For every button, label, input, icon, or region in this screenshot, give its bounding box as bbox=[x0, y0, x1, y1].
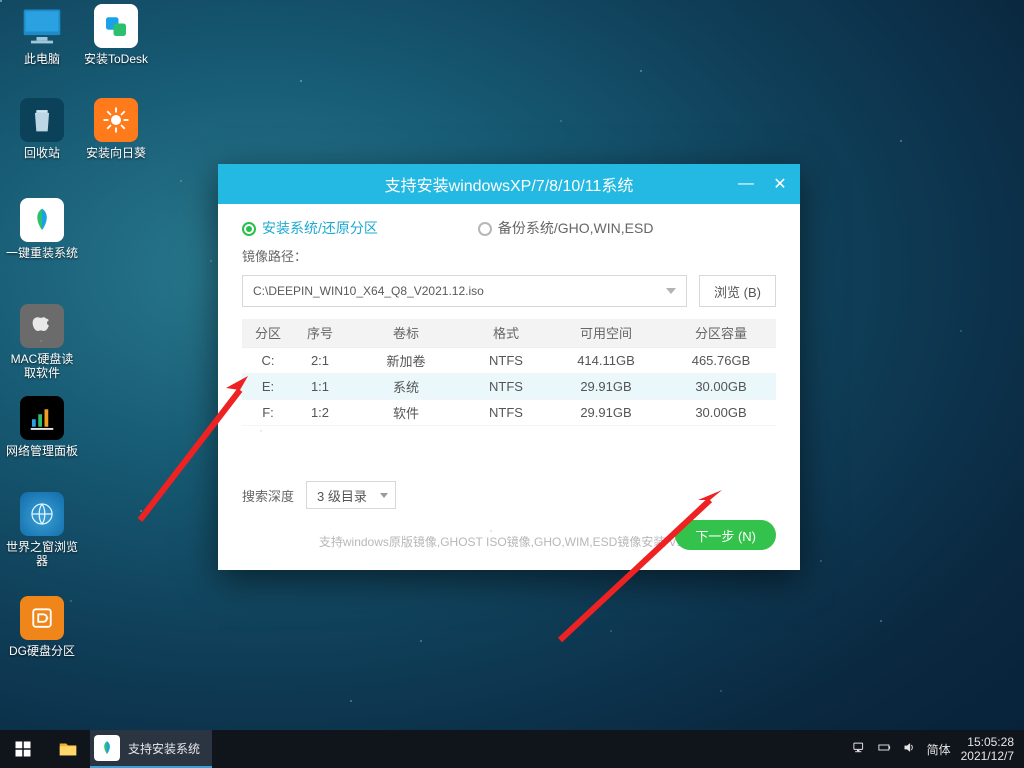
desktop-icon-label: 此电脑 bbox=[6, 52, 78, 66]
next-button[interactable]: 下一步 (N) bbox=[675, 520, 776, 550]
taskbar-active-app[interactable]: 支持安装系统 bbox=[90, 730, 212, 768]
start-button[interactable] bbox=[0, 730, 46, 768]
col-index: 序号 bbox=[294, 319, 346, 347]
desktop-icon-label: 网络管理面板 bbox=[6, 444, 78, 458]
desktop-icon-label: 回收站 bbox=[6, 146, 78, 160]
chevron-down-icon bbox=[666, 288, 676, 294]
partition-table: 分区 序号 卷标 格式 可用空间 分区容量 C:2:1新加卷NTFS414.11… bbox=[242, 319, 776, 426]
desktop-icon-recycle-bin[interactable]: 回收站 bbox=[6, 98, 78, 160]
tab-label: 安装系统/还原分区 bbox=[262, 220, 378, 236]
image-path-value: C:\DEEPIN_WIN10_X64_Q8_V2021.12.iso bbox=[253, 284, 484, 298]
col-free: 可用空间 bbox=[546, 319, 666, 347]
system-tray: 简体 15:05:28 2021/12/7 bbox=[842, 730, 1024, 768]
taskbar: 支持安装系统 简体 15:05:28 2021/12/7 bbox=[0, 730, 1024, 768]
taskbar-active-title: 支持安装系统 bbox=[128, 740, 200, 757]
tab-label: 备份系统/GHO,WIN,ESD bbox=[498, 220, 654, 236]
col-format: 格式 bbox=[466, 319, 546, 347]
browse-button[interactable]: 浏览 (B) bbox=[699, 275, 776, 307]
desktop-icon-label: 一键重装系统 bbox=[6, 246, 78, 260]
desktop-icon-sunlogin[interactable]: 安装向日葵 bbox=[80, 98, 152, 160]
minimize-button[interactable]: — bbox=[732, 170, 760, 198]
search-depth-label: 搜索深度 bbox=[242, 486, 294, 505]
desktop-icon-network-panel[interactable]: 网络管理面板 bbox=[6, 396, 78, 458]
image-path-label: 镜像路径： bbox=[218, 244, 800, 271]
desktop-icon-label: MAC硬盘读取软件 bbox=[6, 352, 78, 380]
tray-volume-icon[interactable] bbox=[902, 740, 917, 758]
desktop-icon-label: 世界之窗浏览器 bbox=[6, 540, 78, 568]
desktop-icon-label: 安装向日葵 bbox=[80, 146, 152, 160]
col-partition: 分区 bbox=[242, 319, 294, 347]
radio-off-icon bbox=[478, 222, 492, 236]
radio-on-icon bbox=[242, 222, 256, 236]
image-path-combo[interactable]: C:\DEEPIN_WIN10_X64_Q8_V2021.12.iso bbox=[242, 275, 687, 307]
titlebar[interactable]: 支持安装windowsXP/7/8/10/11系统 — ✕ bbox=[218, 164, 800, 204]
table-header-row: 分区 序号 卷标 格式 可用空间 分区容量 bbox=[242, 319, 776, 347]
close-button[interactable]: ✕ bbox=[766, 170, 794, 198]
desktop-icon-this-pc[interactable]: 此电脑 bbox=[6, 4, 78, 66]
tray-battery-icon[interactable] bbox=[877, 740, 892, 758]
table-row[interactable]: C:2:1新加卷NTFS414.11GB465.76GB bbox=[242, 347, 776, 373]
desktop-icon-dg-partition[interactable]: DG硬盘分区 bbox=[6, 596, 78, 658]
tab-install-restore[interactable]: 安装系统/还原分区 bbox=[242, 218, 378, 238]
desktop-icon-onekey-reinstall[interactable]: 一键重装系统 bbox=[6, 198, 78, 260]
col-capacity: 分区容量 bbox=[666, 319, 776, 347]
tray-date: 2021/12/7 bbox=[961, 749, 1014, 763]
table-row[interactable]: F:1:2软件NTFS29.91GB30.00GB bbox=[242, 399, 776, 425]
desktop-icon-label: 安装ToDesk bbox=[80, 52, 152, 66]
taskbar-explorer[interactable] bbox=[46, 730, 90, 768]
taskbar-app-icon bbox=[94, 735, 120, 761]
tab-backup[interactable]: 备份系统/GHO,WIN,ESD bbox=[478, 218, 654, 238]
tray-clock[interactable]: 15:05:28 2021/12/7 bbox=[961, 735, 1014, 763]
desktop-icon-mac-disk[interactable]: MAC硬盘读取软件 bbox=[6, 304, 78, 380]
tray-ime[interactable]: 简体 bbox=[927, 741, 951, 758]
col-label: 卷标 bbox=[346, 319, 466, 347]
tray-time: 15:05:28 bbox=[961, 735, 1014, 749]
installer-window: 支持安装windowsXP/7/8/10/11系统 — ✕ 安装系统/还原分区 … bbox=[218, 164, 800, 570]
desktop-icon-todesk[interactable]: 安装ToDesk bbox=[80, 4, 152, 66]
tray-network-icon[interactable] bbox=[852, 740, 867, 758]
search-depth-select[interactable]: 3 级目录 bbox=[306, 481, 396, 509]
table-row[interactable]: E:1:1系统NTFS29.91GB30.00GB bbox=[242, 373, 776, 399]
desktop-icon-label: DG硬盘分区 bbox=[6, 644, 78, 658]
window-title: 支持安装windowsXP/7/8/10/11系统 bbox=[385, 172, 634, 196]
desktop-icon-theworld-browser[interactable]: 世界之窗浏览器 bbox=[6, 492, 78, 568]
